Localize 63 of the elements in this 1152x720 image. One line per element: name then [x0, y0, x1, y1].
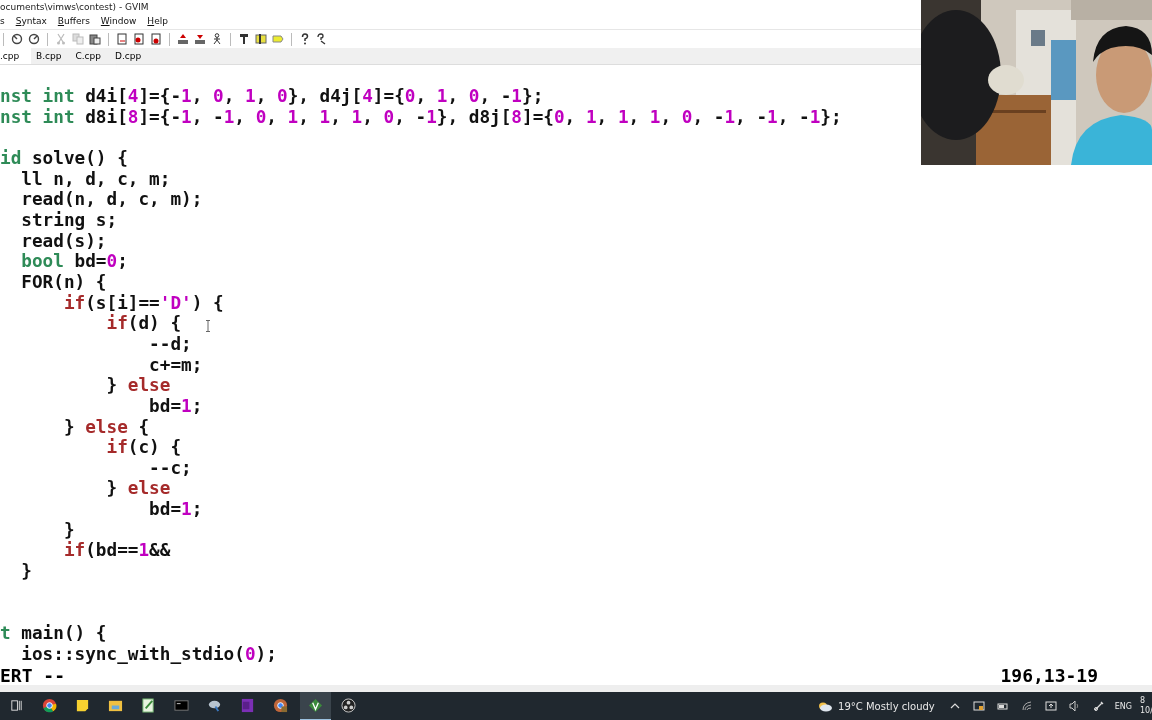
- battery-icon[interactable]: [996, 700, 1009, 712]
- document-icon[interactable]: [133, 33, 145, 45]
- menu-item[interactable]: Window: [100, 14, 137, 29]
- code-line: if(bd==1&&: [62, 540, 171, 562]
- code-line: }: [20, 561, 32, 582]
- menu-item[interactable]: Buffers: [57, 14, 90, 29]
- redo-icon[interactable]: [28, 33, 40, 45]
- cloud-icon[interactable]: [817, 700, 834, 712]
- code-line: ios::sync_with_stdio(0);: [20, 643, 277, 665]
- clock-time[interactable]: 8: [1140, 696, 1152, 706]
- code-line: bool bd=0;: [20, 251, 128, 272]
- text-cursor-icon: [205, 320, 211, 332]
- monitor-icon[interactable]: [972, 700, 985, 712]
- menu-item[interactable]: Help: [147, 14, 168, 29]
- pen-icon[interactable]: [1092, 700, 1105, 712]
- code-line: nst int d8i[8]={-1, -1, 0, 1, 1, 1, 0, -1}, d8j[8]={0, 1, 1, 1, 0, -1, -1, -1};: [0, 106, 842, 128]
- code-line: t main() {: [0, 623, 107, 644]
- document-icon[interactable]: [116, 33, 128, 45]
- document-icon[interactable]: [150, 33, 162, 45]
- code-line: id solve() {: [0, 147, 128, 169]
- code-line: FOR(n) {: [20, 271, 107, 293]
- code-line: if(d) {: [105, 313, 182, 334]
- code-line: if(s[i]=='D') {: [62, 292, 224, 314]
- code-line: read(s);: [20, 230, 107, 252]
- code-line: --d;: [148, 333, 192, 355]
- code-line: if(c) {: [105, 437, 182, 458]
- display-icon[interactable]: [1044, 700, 1057, 712]
- code-line: } else: [105, 375, 171, 396]
- code-line: } else: [105, 478, 171, 500]
- window-title: ocuments\vimws\contest) - GVIM: [0, 2, 149, 12]
- tab[interactable]: D.cpp: [110, 48, 151, 64]
- menu-item[interactable]: s: [0, 14, 5, 29]
- undo-icon[interactable]: [11, 33, 23, 45]
- hammer-icon[interactable]: [238, 33, 250, 45]
- code-line: nst int d4i[4]={-1, 0, 1, 0}, d4j[4]={0, 1, 0, -1};: [0, 86, 544, 107]
- paste-icon[interactable]: [89, 33, 101, 45]
- cursor-position: 196,13-19: [1000, 664, 1098, 686]
- download-icon[interactable]: [194, 33, 206, 45]
- clock-date[interactable]: 10/: [1140, 706, 1152, 716]
- code-line: string s;: [20, 209, 118, 231]
- code-line: bd=1;: [148, 395, 203, 417]
- code-line: read(n, d, c, m);: [20, 189, 203, 210]
- figure-icon[interactable]: [211, 33, 223, 45]
- volume-icon[interactable]: [1068, 700, 1081, 712]
- code-line: }: [62, 519, 75, 541]
- tag-icon[interactable]: [255, 33, 267, 45]
- help-icon[interactable]: [299, 33, 311, 45]
- code-line: } else {: [62, 416, 150, 438]
- weather-text[interactable]: 19°C Mostly cloudy: [838, 700, 935, 712]
- upload-icon[interactable]: [177, 33, 189, 45]
- mode-indicator: ERT --: [0, 664, 67, 686]
- code-line: bd=1;: [148, 499, 203, 520]
- tab[interactable]: .cpp: [0, 48, 31, 64]
- code-line: c+=m;: [148, 354, 203, 376]
- editor-icon[interactable]: [300, 691, 331, 720]
- code-line: --c;: [148, 457, 192, 479]
- menu-item[interactable]: Syntax: [15, 14, 47, 29]
- code-line: ll n, d, c, m;: [20, 168, 171, 190]
- tab[interactable]: B.cpp: [32, 48, 71, 64]
- language-indicator[interactable]: ENG: [1114, 701, 1132, 711]
- tab[interactable]: C.cpp: [71, 48, 110, 64]
- wifi-icon[interactable]: [1020, 700, 1033, 712]
- find-help-icon[interactable]: [316, 33, 328, 45]
